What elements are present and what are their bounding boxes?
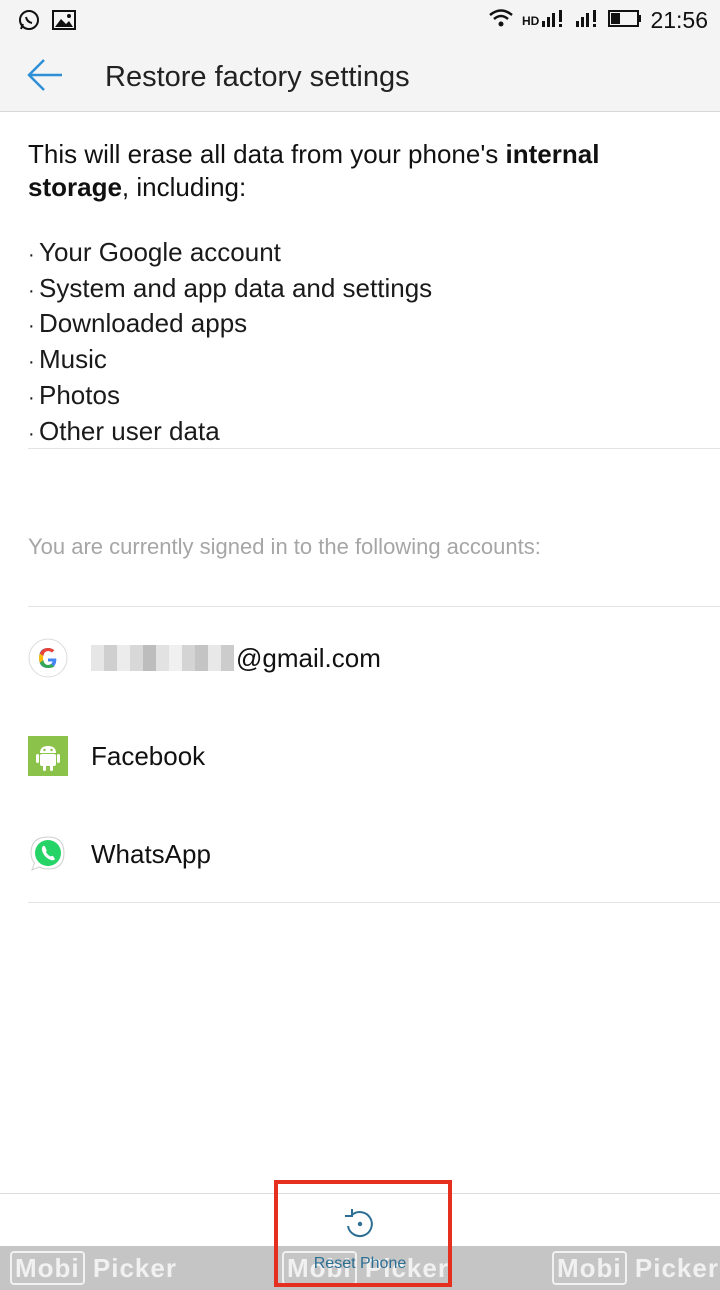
highlight-annotation-box	[274, 1180, 452, 1287]
android-icon	[28, 736, 68, 776]
image-icon	[52, 10, 76, 35]
intro-prefix: This will erase all data from your phone…	[28, 139, 506, 169]
whatsapp-icon	[28, 834, 68, 874]
back-button[interactable]	[20, 55, 70, 99]
divider	[28, 606, 720, 607]
status-time: 21:56	[650, 7, 708, 33]
accounts-heading: You are currently signed in to the follo…	[28, 534, 541, 559]
redacted-email	[91, 645, 234, 671]
page-title: Restore factory settings	[105, 61, 410, 93]
account-row-google[interactable]: @gmail.com	[28, 628, 688, 688]
account-row-facebook[interactable]: Facebook	[28, 726, 688, 786]
intro-suffix: , including:	[121, 172, 247, 202]
watermark-logo: Mobi Picker	[10, 1251, 177, 1285]
battery-icon	[608, 8, 642, 33]
status-right: HD 21:56	[488, 7, 708, 34]
google-icon	[28, 638, 68, 678]
divider	[28, 902, 720, 903]
hd-signal-icon: HD	[522, 7, 566, 34]
whatsapp-icon	[18, 9, 40, 36]
account-label: Facebook	[91, 740, 206, 771]
list-item: · Downloaded apps	[28, 308, 248, 339]
list-item: · Your Google account	[28, 237, 281, 267]
status-bar: HD 21:56	[0, 0, 720, 42]
list-item: · Photos	[28, 379, 120, 410]
list-item: · System and app data and settings	[28, 272, 433, 303]
account-row-whatsapp[interactable]: WhatsApp	[28, 824, 688, 884]
status-left	[18, 9, 76, 36]
watermark-logo: Mobi Picker	[552, 1251, 719, 1285]
signal-icon	[574, 7, 600, 34]
erase-list: · Your Google account · System and app dat…	[28, 236, 432, 450]
account-label: @gmail.com	[91, 643, 381, 674]
account-label: WhatsApp	[91, 838, 211, 869]
list-item: · Other user data	[28, 415, 220, 446]
svg-text:HD: HD	[522, 14, 540, 28]
intro-text: This will erase all data from your phone…	[28, 138, 688, 204]
wifi-icon	[488, 8, 514, 33]
divider	[28, 448, 720, 449]
app-bar: Restore factory settings	[0, 42, 720, 112]
arrow-left-icon	[26, 58, 64, 97]
list-item: · Music	[28, 344, 107, 375]
email-domain: @gmail.com	[236, 642, 381, 673]
